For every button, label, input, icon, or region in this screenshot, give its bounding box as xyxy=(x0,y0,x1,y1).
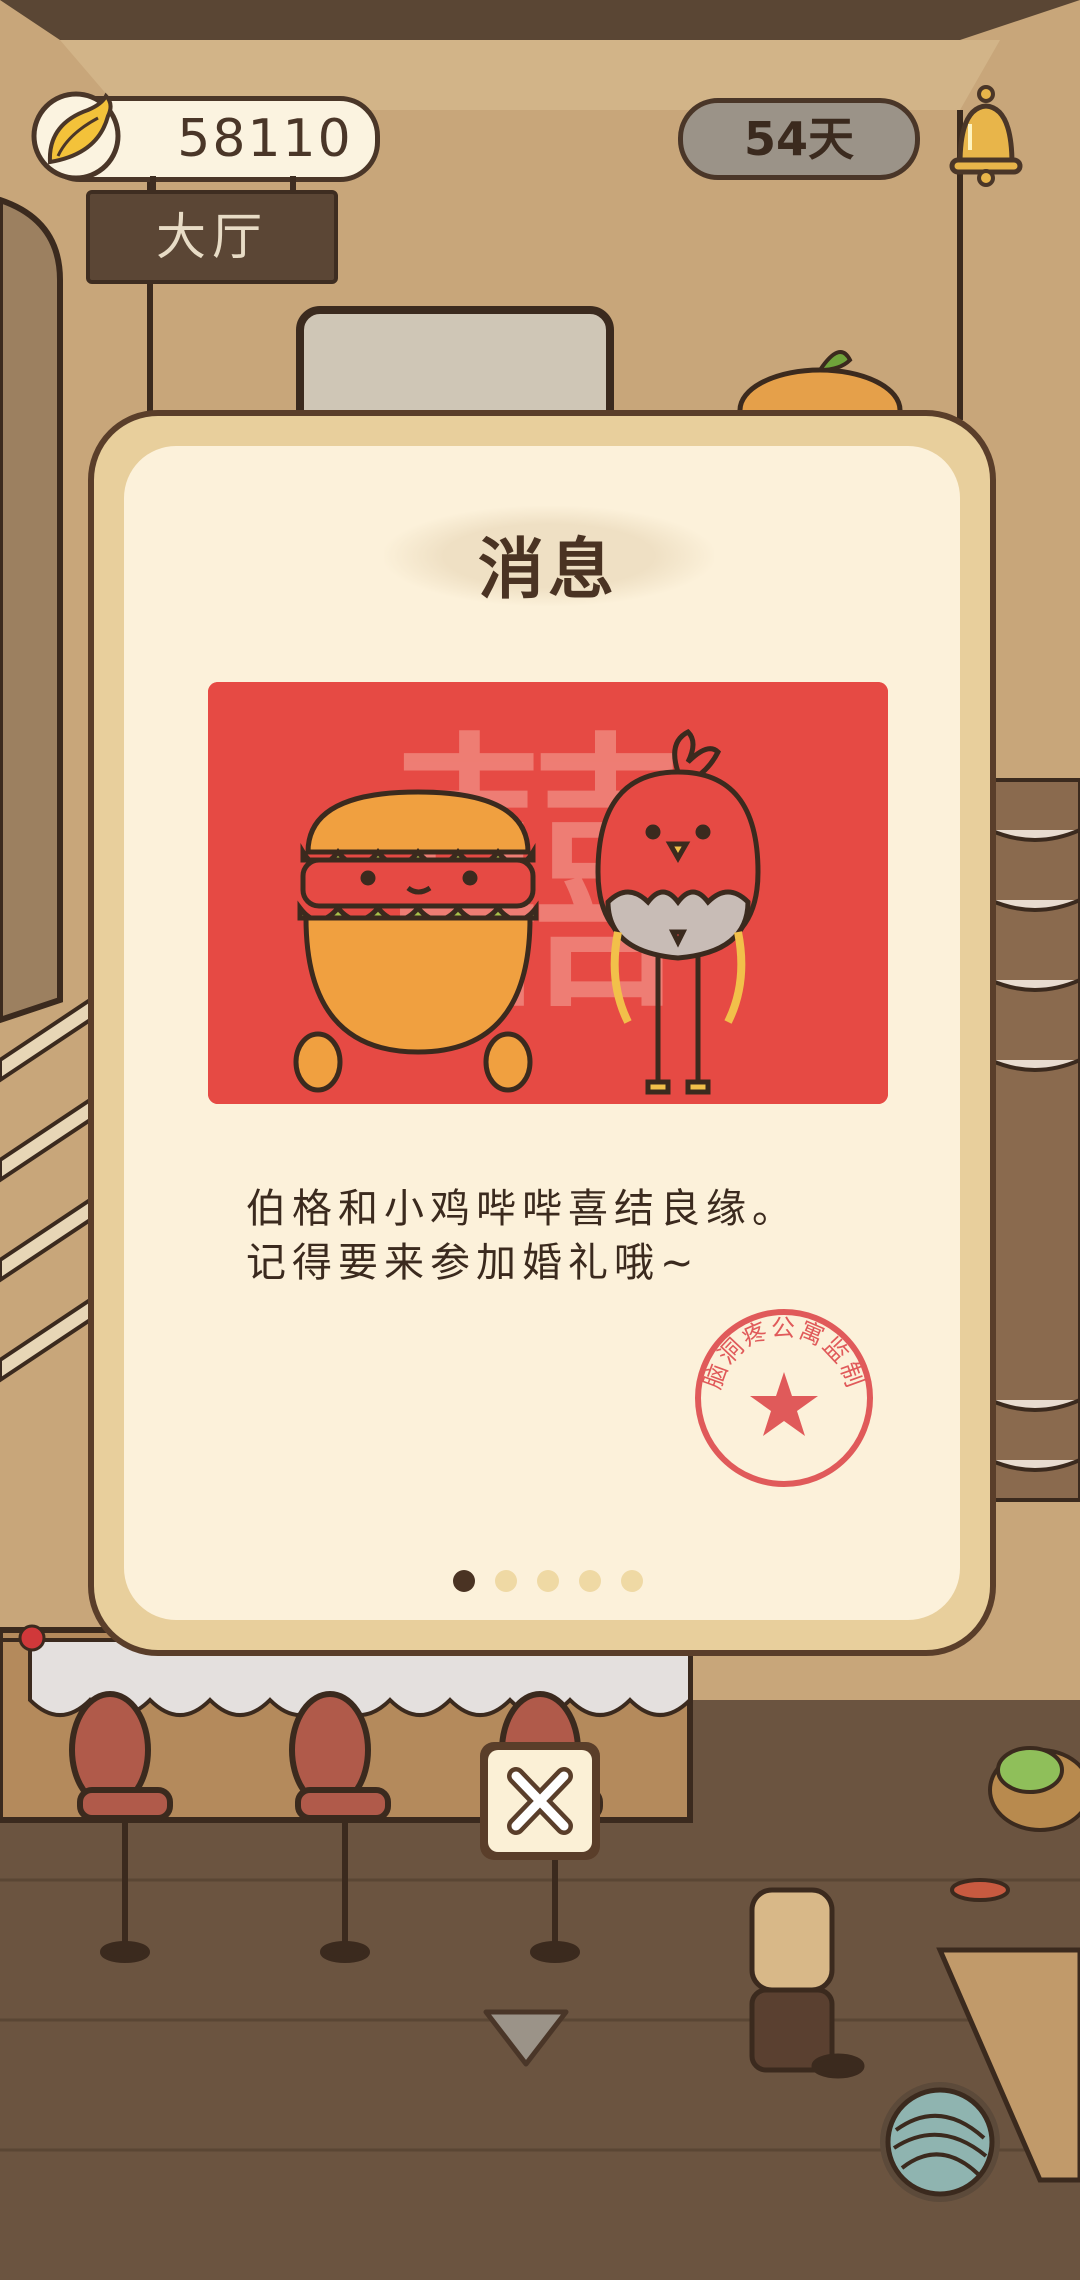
dialog-title: 消息 xyxy=(478,531,618,608)
message-text: 伯格和小鸡哔哔喜结良缘。 记得要来参加婚礼哦~ xyxy=(246,1182,886,1290)
days-counter: 54天 xyxy=(678,98,920,180)
page-indicator xyxy=(124,1570,972,1600)
wedding-card-image: 囍 xyxy=(208,682,888,1104)
burger-character xyxy=(293,789,539,1093)
close-button-face[interactable] xyxy=(488,1750,592,1852)
message-dialog: 消息 囍 伯格和小鸡哔哔喜结良缘。 记得要来参加婚礼哦~ 脑洞疼公寓监制 xyxy=(88,410,996,1656)
star-icon xyxy=(750,1372,818,1436)
wedding-illustration: 囍 xyxy=(208,682,888,1104)
chevron-down-icon[interactable] xyxy=(480,2004,572,2070)
page-dot[interactable] xyxy=(537,1570,559,1592)
days-value: 54天 xyxy=(743,112,854,166)
bell-icon[interactable] xyxy=(946,84,1026,188)
room-name: 大厅 xyxy=(156,208,268,266)
page-dot[interactable] xyxy=(579,1570,601,1592)
coin-value: 58110 xyxy=(177,109,353,169)
official-stamp: 脑洞疼公寓监制 xyxy=(695,1309,873,1487)
close-icon xyxy=(507,1767,573,1835)
yarn-ball-icon[interactable] xyxy=(876,2078,1004,2206)
message-line: 记得要来参加婚礼哦~ xyxy=(246,1240,700,1286)
page-dot-active[interactable] xyxy=(453,1570,475,1592)
message-line: 伯格和小鸡哔哔喜结良缘。 xyxy=(246,1186,798,1232)
page-dot[interactable] xyxy=(495,1570,517,1592)
dialog-panel: 消息 囍 伯格和小鸡哔哔喜结良缘。 记得要来参加婚礼哦~ 脑洞疼公寓监制 xyxy=(124,446,960,1620)
banana-icon xyxy=(31,91,121,181)
close-button[interactable] xyxy=(480,1742,600,1860)
page-dot[interactable] xyxy=(621,1570,643,1592)
room-sign: 大厅 xyxy=(86,190,338,284)
